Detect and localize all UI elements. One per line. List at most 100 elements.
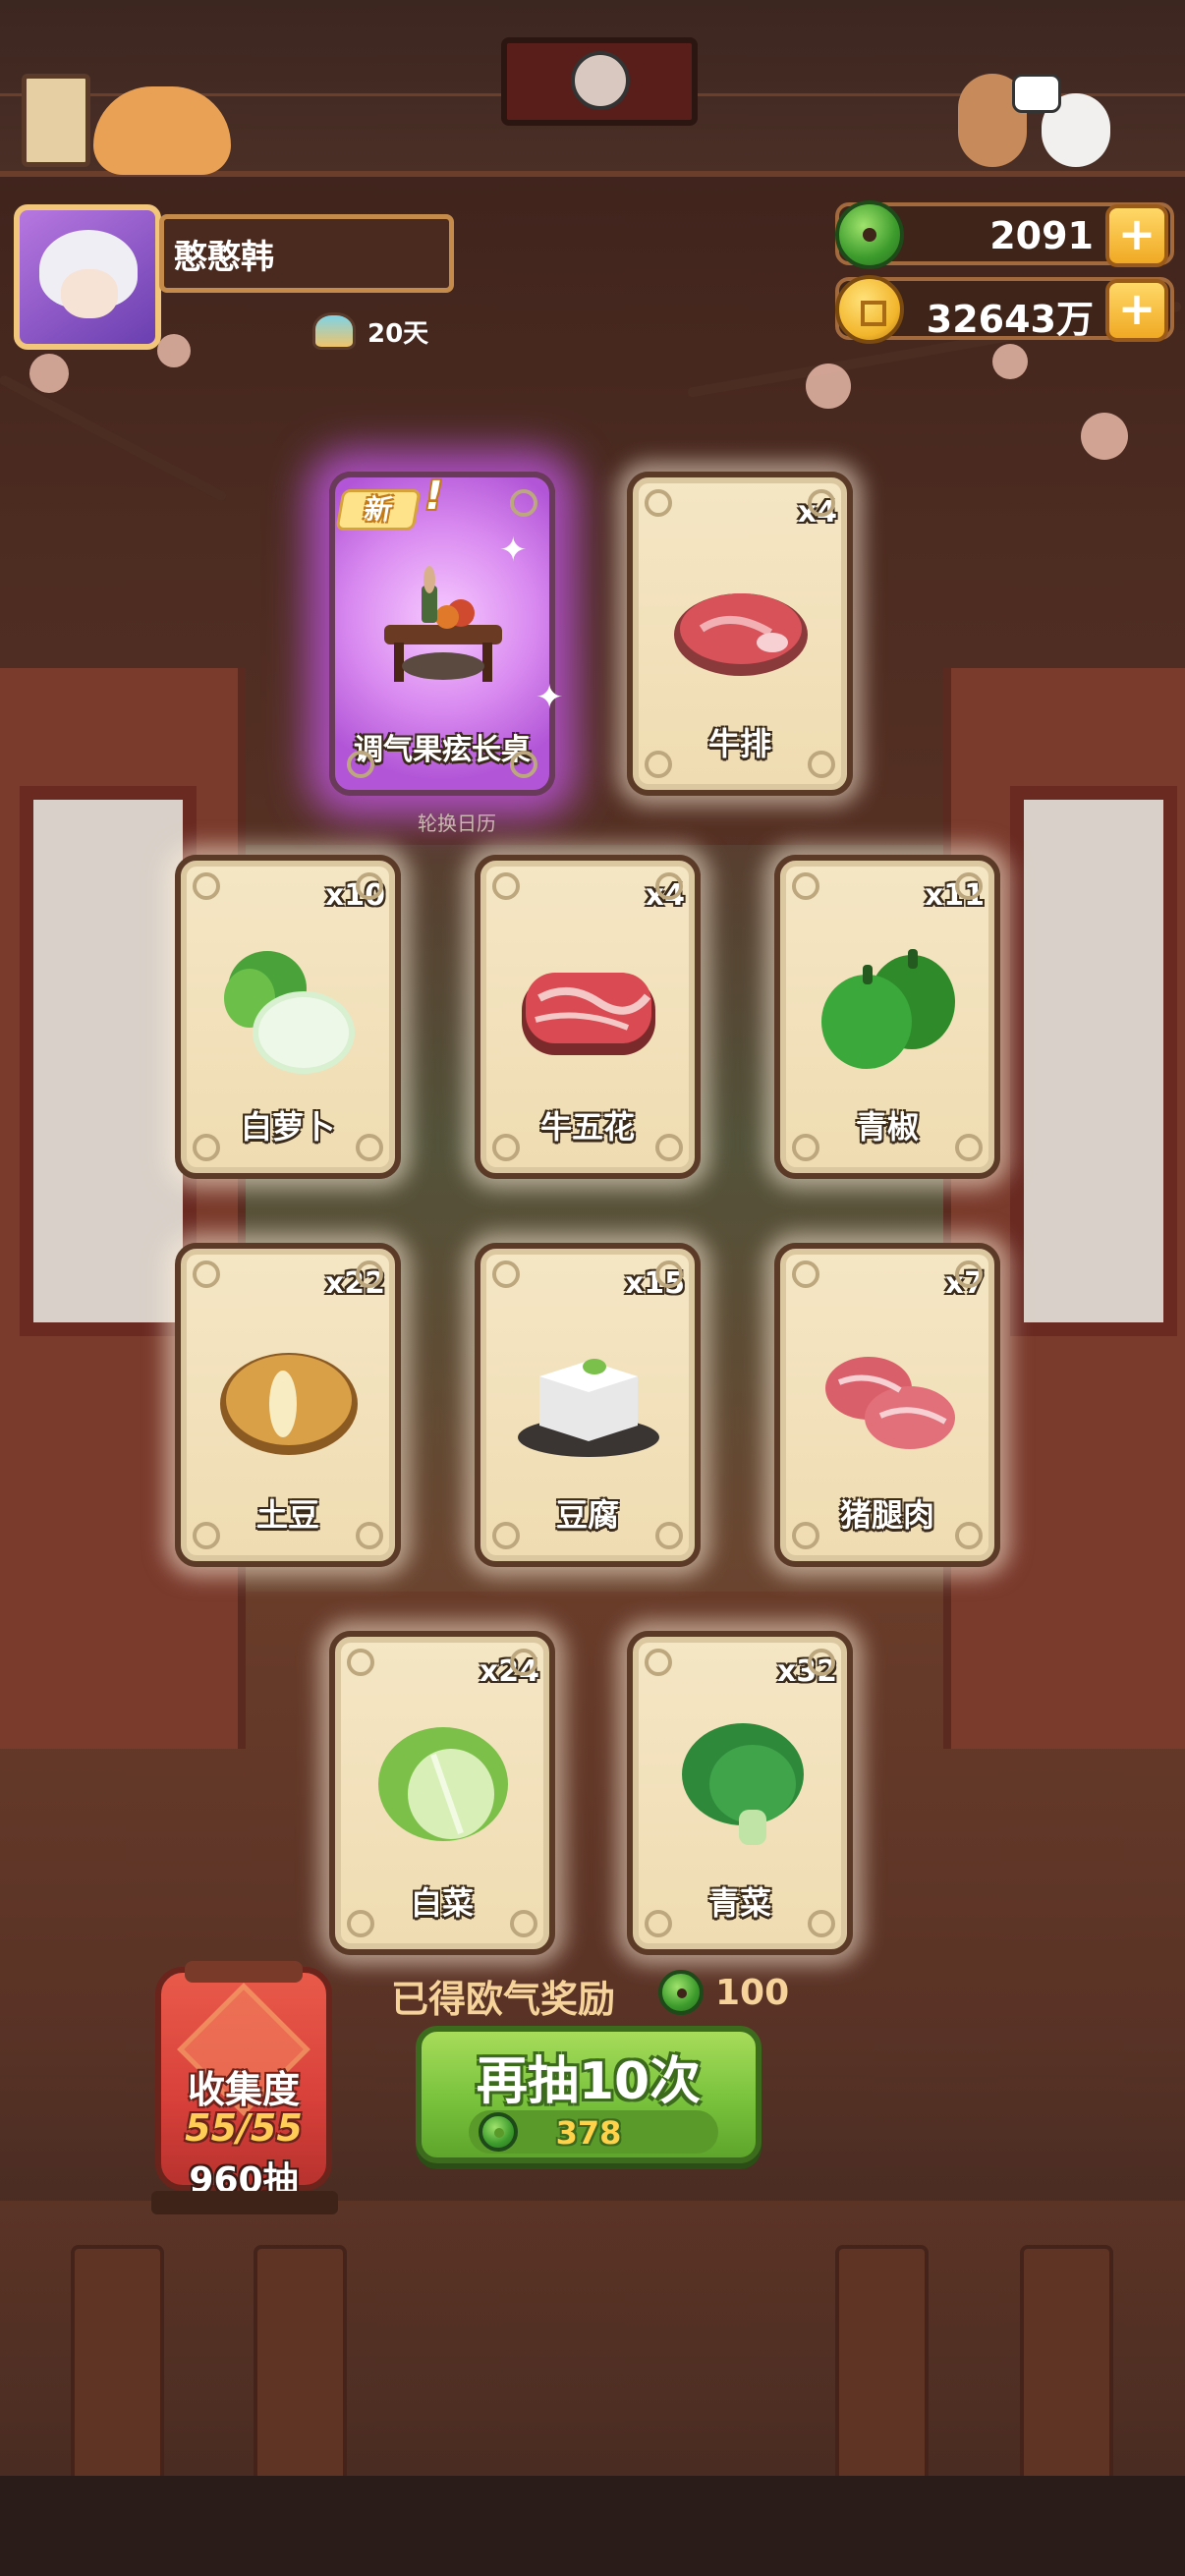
card-corner-swirl xyxy=(655,1134,683,1161)
card-corner-swirl xyxy=(510,1649,537,1676)
reward-value: 100 xyxy=(715,1973,790,2013)
paw-frame-decor xyxy=(22,74,90,167)
card-corner-swirl xyxy=(645,489,672,517)
pork-leg-icon xyxy=(825,1357,955,1449)
tofu-icon xyxy=(518,1359,659,1457)
card-corner-swirl xyxy=(792,1134,819,1161)
player-name-plate: 憨憨韩 xyxy=(159,214,454,293)
blossom-decor xyxy=(806,364,851,409)
card-corner-swirl xyxy=(510,1910,537,1937)
card-corner-swirl xyxy=(492,1134,520,1161)
collection-progress: 55/55 xyxy=(185,2106,303,2150)
card-corner-swirl xyxy=(492,1260,520,1288)
bottom-band xyxy=(0,2476,1185,2576)
floor xyxy=(0,2201,1185,2476)
steak-icon xyxy=(674,593,808,676)
long-table-icon xyxy=(384,566,502,682)
login-days: 20天 xyxy=(312,312,428,350)
card-corner-swirl xyxy=(655,1522,683,1549)
blossom-decor xyxy=(1081,413,1128,460)
card-corner-swirl xyxy=(193,1522,220,1549)
card-corner-swirl xyxy=(356,872,383,900)
sparkle-icon: ✦ xyxy=(499,531,528,570)
jade-amount: 2091 xyxy=(989,214,1094,257)
jade-currency-bar: 2091 + xyxy=(835,200,1174,269)
fence-post xyxy=(254,2245,347,2481)
draw-again-label: 再抽10次 xyxy=(476,2052,702,2111)
green-pepper-icon xyxy=(821,949,955,1069)
player-avatar[interactable] xyxy=(14,204,161,350)
characters-decor xyxy=(909,64,1125,172)
sparkle-icon: ✦ xyxy=(536,678,564,717)
card-corner-swirl xyxy=(492,1522,520,1549)
card-pork-leg[interactable]: x7 猪腿肉 xyxy=(774,1243,1000,1567)
card-corner-swirl xyxy=(356,1134,383,1161)
collection-lantern[interactable]: 收集度 55/55 960抽 xyxy=(151,1961,338,2214)
rotation-calendar-label: 轮换日历 xyxy=(418,812,496,835)
reward-label: 已得欧气奖励 xyxy=(391,1978,616,2021)
player-name: 憨憨韩 xyxy=(174,237,274,277)
card-corner-swirl xyxy=(955,1522,983,1549)
card-corner-swirl xyxy=(808,1910,835,1937)
potato-icon xyxy=(220,1353,358,1455)
days-count: 20天 xyxy=(367,318,429,349)
beef-belly-icon xyxy=(522,973,655,1055)
card-green-pepper[interactable]: x11 青椒 xyxy=(774,855,1000,1179)
card-radish[interactable]: x10 白萝卜 xyxy=(175,855,401,1179)
card-corner-swirl xyxy=(808,751,835,778)
card-bok-choy[interactable]: x32 青菜 xyxy=(627,1631,853,1955)
add-jade-button[interactable]: + xyxy=(1105,204,1168,267)
card-corner-swirl xyxy=(193,872,220,900)
collection-title: 收集度 xyxy=(187,2068,300,2111)
blossom-decor xyxy=(992,344,1028,379)
card-corner-swirl xyxy=(347,751,374,778)
card-corner-swirl xyxy=(645,751,672,778)
bok-choy-icon xyxy=(682,1723,804,1845)
fence-post xyxy=(71,2245,164,2481)
cabbage-icon xyxy=(378,1727,508,1841)
gold-currency-bar: 32643万 + xyxy=(835,275,1174,344)
card-potato[interactable]: x22 土豆 xyxy=(175,1243,401,1567)
draw-again-button[interactable]: 再抽10次 378 xyxy=(416,2026,762,2163)
card-corner-swirl xyxy=(510,751,537,778)
fence-post xyxy=(835,2245,929,2481)
card-corner-swirl xyxy=(655,1260,683,1288)
card-corner-swirl xyxy=(655,872,683,900)
branch-decor xyxy=(0,373,228,503)
blossom-decor xyxy=(157,334,191,367)
jade-coin-icon xyxy=(835,200,904,269)
card-corner-swirl xyxy=(645,1649,672,1676)
gold-coin-icon xyxy=(835,275,904,344)
card-corner-swirl xyxy=(808,489,835,517)
card-beef-belly[interactable]: x4 牛五花 xyxy=(475,855,701,1179)
card-corner-swirl xyxy=(645,1910,672,1937)
card-corner-swirl xyxy=(955,1134,983,1161)
card-corner-swirl xyxy=(510,489,537,517)
new-badge: 新 ! xyxy=(335,474,447,531)
radish-icon xyxy=(224,951,355,1074)
card-corner-swirl xyxy=(347,1649,374,1676)
calendar-icon xyxy=(312,312,356,350)
hanging-scroll-decor xyxy=(501,37,698,126)
card-steak[interactable]: x4 牛排 xyxy=(627,472,853,796)
draw-cost: 378 xyxy=(555,2114,622,2152)
card-corner-swirl xyxy=(792,872,819,900)
card-corner-swirl xyxy=(356,1522,383,1549)
card-corner-swirl xyxy=(492,872,520,900)
card-cabbage[interactable]: x24 白菜 xyxy=(329,1631,555,1955)
jade-coin-icon xyxy=(658,1970,704,2015)
card-corner-swirl xyxy=(347,1910,374,1937)
wall-left xyxy=(0,668,246,1749)
card-corner-swirl xyxy=(955,1260,983,1288)
card-corner-swirl xyxy=(193,1134,220,1161)
wall-right xyxy=(943,668,1185,1749)
card-corner-swirl xyxy=(356,1260,383,1288)
add-gold-button[interactable]: + xyxy=(1105,279,1168,342)
fence-post xyxy=(1020,2245,1113,2481)
card-tofu[interactable]: x15 豆腐 xyxy=(475,1243,701,1567)
blossom-decor xyxy=(29,354,69,393)
card-corner-swirl xyxy=(808,1649,835,1676)
cat-decor xyxy=(93,86,231,175)
card-corner-swirl xyxy=(792,1522,819,1549)
card-corner-swirl xyxy=(193,1260,220,1288)
